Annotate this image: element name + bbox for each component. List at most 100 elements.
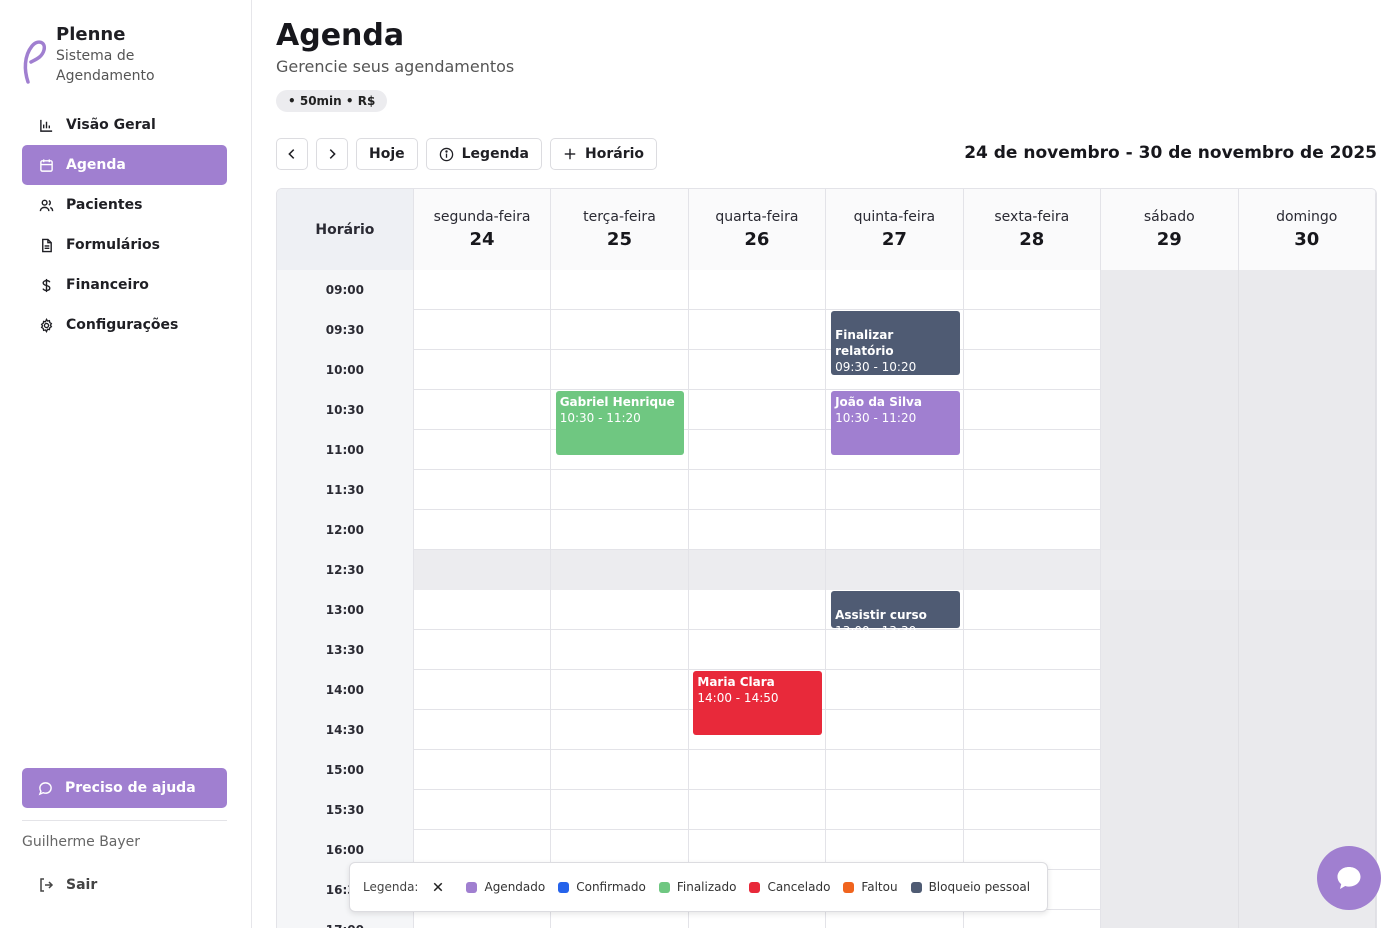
time-slot[interactable] [551,550,689,590]
time-slot[interactable] [551,510,689,550]
time-slot[interactable] [826,670,964,710]
time-slot[interactable] [826,750,964,790]
time-slot[interactable] [964,630,1102,670]
time-slot[interactable] [964,750,1102,790]
time-slot[interactable] [689,430,827,470]
time-slot[interactable] [964,270,1102,310]
appointment-event[interactable]: João da Silva 10:30 - 11:20 [831,391,960,455]
day-number: 28 [1019,229,1045,250]
time-slot[interactable] [964,430,1102,470]
time-slot[interactable] [413,550,552,590]
time-slot[interactable] [964,710,1102,750]
time-slot[interactable] [551,670,689,710]
time-slot[interactable] [826,790,964,830]
time-row: 14:00 [277,670,1376,710]
time-slot[interactable] [551,790,689,830]
time-slot[interactable] [826,550,964,590]
time-slot[interactable] [551,590,689,630]
time-slot[interactable] [689,350,827,390]
help-button[interactable]: Preciso de ajuda [22,768,227,808]
nav-item-visao-geral[interactable]: Visão Geral [22,105,227,145]
appointment-event[interactable]: Maria Clara 14:00 - 14:50 [693,671,823,735]
time-slot[interactable] [414,350,552,390]
nav-item-configuracoes[interactable]: Configurações [22,305,227,345]
time-slot[interactable] [414,590,552,630]
time-slot[interactable] [689,510,827,550]
today-button[interactable]: Hoje [356,138,418,170]
prev-week-button[interactable] [276,138,308,170]
time-slot[interactable] [826,510,964,550]
time-slot[interactable] [964,670,1102,710]
time-slot[interactable] [964,310,1102,350]
day-header: domingo 30 [1238,189,1376,270]
time-slot[interactable] [826,270,964,310]
nav-item-pacientes[interactable]: Pacientes [22,185,227,225]
nav-item-formularios[interactable]: Formulários [22,225,227,265]
time-slot[interactable] [689,270,827,310]
nav-item-agenda[interactable]: Agenda [22,145,227,185]
nav-item-financeiro[interactable]: Financeiro [22,265,227,305]
time-slot[interactable] [826,910,964,928]
time-slot[interactable] [551,910,689,928]
time-slot[interactable] [414,750,552,790]
time-slot[interactable] [688,550,827,590]
time-slot[interactable] [689,390,827,430]
time-slot[interactable] [964,350,1102,390]
time-slot[interactable] [826,710,964,750]
time-slot[interactable] [551,310,689,350]
time-slot[interactable] [414,430,552,470]
appointment-event[interactable]: Assistir curso 13:00 - 13:30 [831,591,960,638]
legend-button-label: Legenda [461,146,530,162]
time-slot[interactable] [689,310,827,350]
time-slot[interactable] [963,550,1102,590]
time-slot[interactable] [551,350,689,390]
time-slot[interactable] [964,470,1102,510]
time-slot[interactable] [414,510,552,550]
time-slot[interactable] [414,390,552,430]
time-slot[interactable] [414,790,552,830]
time-row: 13:00 [277,590,1376,630]
time-slot[interactable] [414,630,552,670]
time-slot[interactable] [551,750,689,790]
date-range-title: 24 de novembro - 30 de novembro de 2025 [964,143,1377,163]
time-slot[interactable] [964,790,1102,830]
time-row: 12:00 [277,510,1376,550]
time-slot[interactable] [689,470,827,510]
time-slot[interactable] [689,750,827,790]
add-slot-button[interactable]: Horário [550,138,658,170]
time-slot[interactable] [414,470,552,510]
appointment-event[interactable]: Gabriel Henrique 10:30 - 11:20 [555,391,685,455]
calendar-header-row: Horário segunda-feira 24 terça-feira 25 quar… [277,189,1376,270]
time-slot[interactable] [689,790,827,830]
next-week-button[interactable] [316,138,348,170]
time-slot[interactable] [964,390,1102,430]
time-slot[interactable] [551,710,689,750]
time-slot[interactable] [964,510,1102,550]
app: Plenne Sistema de Agendamento Visão Gera… [0,0,1399,928]
time-slot[interactable] [414,710,552,750]
time-slot[interactable] [964,910,1102,928]
time-slot [1101,550,1239,590]
brand-name: Plenne [56,24,126,45]
help-label: Preciso de ajuda [65,780,196,796]
day-name: quinta-feira [853,209,936,225]
logout-button[interactable]: Sair [22,868,227,902]
time-slot[interactable] [414,310,552,350]
chat-fab-button[interactable] [1317,846,1381,910]
close-icon[interactable] [432,881,444,893]
time-slot[interactable] [414,670,552,710]
time-slot[interactable] [551,270,689,310]
time-slot[interactable] [689,630,827,670]
legend-button[interactable]: Legenda [425,138,543,170]
time-slot[interactable] [689,590,827,630]
event-time: 10:30 - 11:20 [559,411,641,425]
time-slot[interactable] [964,590,1102,630]
bar-chart-icon [38,117,54,133]
time-slot[interactable] [414,910,552,928]
time-slot[interactable] [551,470,689,510]
time-slot[interactable] [826,470,964,510]
time-slot[interactable] [414,270,552,310]
time-slot[interactable] [689,910,827,928]
time-slot[interactable] [551,630,689,670]
appointment-event[interactable]: Finalizar relatório 09:30 - 10:20 [831,311,960,375]
